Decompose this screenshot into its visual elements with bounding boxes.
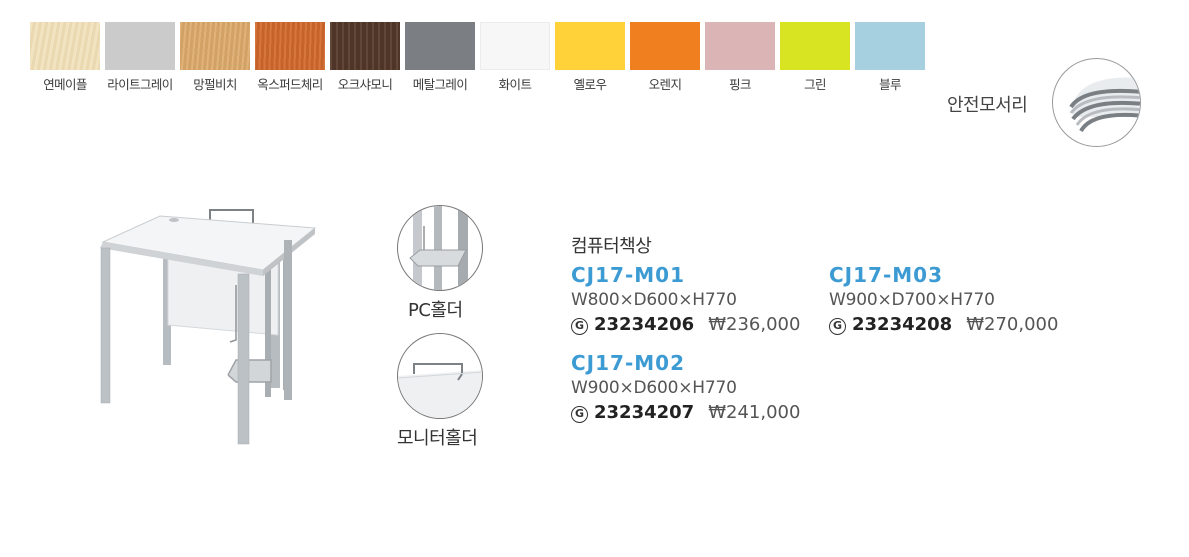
pc-holder-label: PC홀더 <box>408 300 463 321</box>
computer-desk-image <box>88 200 328 460</box>
swatch-label: 오렌지 <box>648 77 682 92</box>
model-dimensions: W800×D600×H770 <box>571 290 737 310</box>
swatch-oak-chamonix[interactable]: 오크샤모니 <box>330 22 400 93</box>
swatch-label: 그린 <box>804 77 826 92</box>
swatch-light-gray[interactable]: 라이트그레이 <box>105 22 175 93</box>
swatch-chip <box>480 22 550 70</box>
swatch-chip <box>855 22 925 70</box>
swatch-chip <box>705 22 775 70</box>
price-row: G 23234208 ₩270,000 <box>829 314 1058 335</box>
g-certification-icon: G <box>829 318 846 335</box>
price: ₩241,000 <box>708 402 801 423</box>
model-dimensions: W900×D700×H770 <box>829 290 995 310</box>
swatch-chip <box>30 22 100 70</box>
model-code: CJ17-M02 <box>571 351 685 375</box>
swatch-chip <box>180 22 250 70</box>
swatch-chip <box>630 22 700 70</box>
swatch-chip <box>330 22 400 70</box>
monitor-holder-detail-image <box>397 333 483 419</box>
swatch-label: 망펄비치 <box>193 77 237 92</box>
monitor-holder-label: 모니터홀더 <box>397 428 478 449</box>
swatch-chip <box>780 22 850 70</box>
swatch-label: 옐로우 <box>573 77 607 92</box>
swatch-label: 옥스퍼드체리 <box>257 77 323 92</box>
layered-edge-icon <box>1069 77 1140 133</box>
model-cj17-m02: CJ17-M02 W900×D600×H770 G 23234207 ₩241,00… <box>571 351 800 423</box>
procurement-code: 23234206 <box>594 314 695 335</box>
model-cj17-m03: CJ17-M03 W900×D700×H770 G 23234208 ₩270,00… <box>829 263 1058 335</box>
model-dimensions: W900×D600×H770 <box>571 378 737 398</box>
swatch-chip <box>255 22 325 70</box>
safe-corner-detail-image <box>1052 58 1141 147</box>
swatch-chip <box>555 22 625 70</box>
swatch-orange[interactable]: 오렌지 <box>630 22 700 93</box>
swatch-oxford-cherry[interactable]: 옥스퍼드체리 <box>255 22 325 93</box>
product-title: 컴퓨터책상 <box>571 236 652 257</box>
price-row: G 23234207 ₩241,000 <box>571 402 800 423</box>
g-certification-icon: G <box>571 318 588 335</box>
pc-holder-detail-image <box>397 205 483 291</box>
swatch-pink[interactable]: 핑크 <box>705 22 775 93</box>
swatch-yellow[interactable]: 옐로우 <box>555 22 625 93</box>
swatch-green[interactable]: 그린 <box>780 22 850 93</box>
procurement-code: 23234208 <box>852 314 953 335</box>
price: ₩270,000 <box>966 314 1059 335</box>
model-code: CJ17-M01 <box>571 263 685 287</box>
swatch-label: 화이트 <box>498 77 532 92</box>
swatch-blue[interactable]: 블루 <box>855 22 925 93</box>
swatch-label: 메탈그레이 <box>412 77 468 92</box>
price-row: G 23234206 ₩236,000 <box>571 314 800 335</box>
model-code: CJ17-M03 <box>829 263 943 287</box>
swatch-label: 라이트그레이 <box>107 77 173 92</box>
swatch-label: 핑크 <box>729 77 751 92</box>
swatch-light-maple[interactable]: 연메이플 <box>30 22 100 93</box>
swatch-metal-gray[interactable]: 메탈그레이 <box>405 22 475 93</box>
swatch-chip <box>105 22 175 70</box>
swatch-label: 오크샤모니 <box>337 77 393 92</box>
price: ₩236,000 <box>708 314 801 335</box>
swatch-white[interactable]: 화이트 <box>480 22 550 93</box>
swatch-beech[interactable]: 망펄비치 <box>180 22 250 93</box>
safe-corner-label: 안전모서리 <box>947 95 1028 116</box>
swatch-label: 연메이플 <box>43 77 87 92</box>
g-certification-icon: G <box>571 406 588 423</box>
model-cj17-m01: CJ17-M01 W800×D600×H770 G 23234206 ₩236,00… <box>571 263 800 335</box>
swatch-label: 블루 <box>879 77 901 92</box>
procurement-code: 23234207 <box>594 402 695 423</box>
swatch-chip <box>405 22 475 70</box>
